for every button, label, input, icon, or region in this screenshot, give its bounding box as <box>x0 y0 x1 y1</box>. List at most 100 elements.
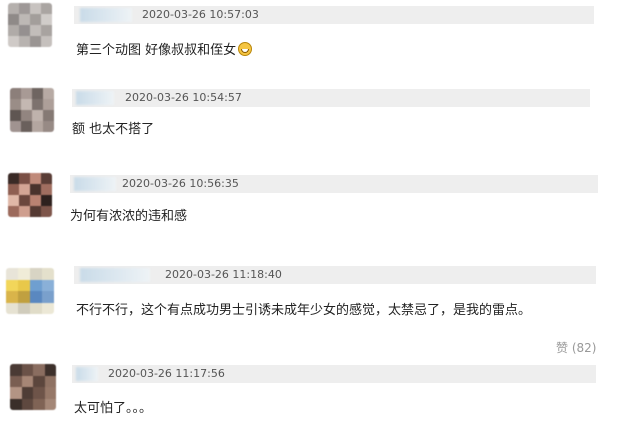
username[interactable] <box>80 268 150 282</box>
comment-item: 2020-03-26 10:54:57 额 也太不搭了 <box>0 80 640 160</box>
comment-timestamp: 2020-03-26 10:54:57 <box>125 91 242 104</box>
comment-timestamp: 2020-03-26 11:17:56 <box>108 367 225 380</box>
avatar-mosaic-cell <box>8 173 19 184</box>
avatar-mosaic-cell <box>30 206 41 217</box>
avatar-mosaic-cell <box>41 14 52 25</box>
avatar-mosaic-cell <box>10 364 22 376</box>
username[interactable] <box>76 367 98 381</box>
like-count: (82) <box>571 341 597 355</box>
avatar-mosaic-cell <box>10 88 21 99</box>
avatar-mosaic-cell <box>33 364 45 376</box>
avatar-mosaic-cell <box>44 364 56 376</box>
comment-meta: 2020-03-26 10:57:03 <box>74 6 594 24</box>
avatar-mosaic-cell <box>10 110 21 121</box>
avatar-mosaic-cell <box>6 268 18 280</box>
avatar-mosaic-cell <box>10 375 22 388</box>
comment-text: 太可怕了。。。 <box>74 401 153 416</box>
username[interactable] <box>80 8 132 22</box>
avatar-mosaic-cell <box>43 110 54 121</box>
avatar-mosaic-cell <box>19 14 30 25</box>
avatar-mosaic-cell <box>21 88 32 99</box>
avatar-mosaic-cell <box>30 291 42 303</box>
avatar-mosaic-cell <box>44 398 56 410</box>
comment-meta: 2020-03-26 10:54:57 <box>72 89 590 107</box>
username[interactable] <box>74 177 116 191</box>
avatar-mosaic-cell <box>44 375 56 388</box>
comment-text: 为何有浓浓的违和感 <box>70 209 188 224</box>
comment-text: 第三个动图 好像叔叔和侄女 <box>76 42 253 60</box>
avatar-mosaic-cell <box>30 36 41 47</box>
avatar-mosaic-cell <box>33 398 45 410</box>
avatar-mosaic-cell <box>30 195 41 206</box>
avatar-mosaic-cell <box>21 99 32 110</box>
avatar-mosaic-cell <box>8 14 19 25</box>
avatar-mosaic-cell <box>10 398 22 410</box>
comment-meta: 2020-03-26 10:56:35 <box>70 175 598 193</box>
avatar-mosaic-cell <box>19 3 30 14</box>
avatar-mosaic-cell <box>43 88 54 99</box>
avatar-mosaic-cell <box>21 375 34 388</box>
avatar-mosaic-cell <box>30 184 41 195</box>
avatar-mosaic-cell <box>18 302 30 314</box>
comment-text: 不行不行，这个有点成功男士引诱未成年少女的感觉，太禁忌了，是我的雷点。 <box>76 303 532 318</box>
comment-text: 额 也太不搭了 <box>72 122 155 137</box>
avatar-mosaic-cell <box>42 268 54 280</box>
comment-item: 2020-03-26 11:18:40 不行不行，这个有点成功男士引诱未成年少女… <box>0 254 640 358</box>
avatar-mosaic-cell <box>18 291 30 303</box>
avatar-mosaic-cell <box>33 375 45 388</box>
comment-item: 2020-03-26 10:57:03 第三个动图 好像叔叔和侄女 <box>0 0 640 80</box>
avatar-mosaic-cell <box>33 387 45 399</box>
grinning-face-emoji-icon <box>238 42 253 56</box>
user-avatar[interactable] <box>8 173 52 217</box>
avatar-mosaic-cell <box>32 99 43 110</box>
avatar-mosaic-cell <box>30 302 42 314</box>
avatar-mosaic-cell <box>41 184 52 195</box>
avatar-mosaic-cell <box>19 184 30 195</box>
avatar-mosaic-cell <box>19 206 30 217</box>
comment-meta: 2020-03-26 11:17:56 <box>72 365 596 383</box>
avatar-mosaic-cell <box>19 25 30 36</box>
avatar-mosaic-cell <box>41 36 52 47</box>
avatar-mosaic-cell <box>41 206 52 217</box>
comment-timestamp: 2020-03-26 10:56:35 <box>122 177 239 190</box>
avatar-mosaic-cell <box>43 99 54 110</box>
avatar-mosaic-cell <box>41 195 52 206</box>
avatar-mosaic-cell <box>19 173 30 184</box>
avatar-mosaic-cell <box>19 36 30 47</box>
avatar-mosaic-cell <box>30 268 42 280</box>
avatar-mosaic-cell <box>41 173 52 184</box>
avatar-mosaic-cell <box>10 121 21 132</box>
avatar-mosaic-cell <box>32 110 43 121</box>
avatar-mosaic-cell <box>19 195 30 206</box>
avatar-mosaic-cell <box>30 3 41 14</box>
user-avatar[interactable] <box>10 364 56 410</box>
avatar-mosaic-cell <box>43 121 54 132</box>
like-label: 赞 <box>556 341 569 355</box>
avatar-mosaic-cell <box>10 387 22 399</box>
avatar-mosaic-cell <box>30 279 42 292</box>
avatar-mosaic-cell <box>21 121 32 132</box>
avatar-mosaic-cell <box>30 173 41 184</box>
avatar-mosaic-cell <box>30 25 41 36</box>
avatar-mosaic-cell <box>41 25 52 36</box>
like-button[interactable]: 赞 (82) <box>556 339 596 356</box>
avatar-mosaic-cell <box>30 14 41 25</box>
avatar-mosaic-cell <box>8 3 19 14</box>
user-avatar[interactable] <box>10 88 54 132</box>
user-avatar[interactable] <box>6 268 54 314</box>
avatar-mosaic-cell <box>8 184 19 195</box>
comment-feed: 2020-03-26 10:57:03 第三个动图 好像叔叔和侄女 2020-0… <box>0 0 640 432</box>
avatar-mosaic-cell <box>42 302 54 314</box>
avatar-mosaic-cell <box>44 387 56 399</box>
avatar-mosaic-cell <box>21 398 34 410</box>
user-avatar[interactable] <box>8 3 52 47</box>
username[interactable] <box>76 91 114 105</box>
comment-meta: 2020-03-26 11:18:40 <box>74 266 596 284</box>
comment-item: 2020-03-26 10:56:35 为何有浓浓的违和感 <box>0 164 640 254</box>
avatar-mosaic-cell <box>8 206 19 217</box>
avatar-mosaic-cell <box>8 25 19 36</box>
avatar-mosaic-cell <box>21 364 34 376</box>
avatar-mosaic-cell <box>8 36 19 47</box>
avatar-mosaic-cell <box>21 387 34 399</box>
avatar-mosaic-cell <box>32 88 43 99</box>
